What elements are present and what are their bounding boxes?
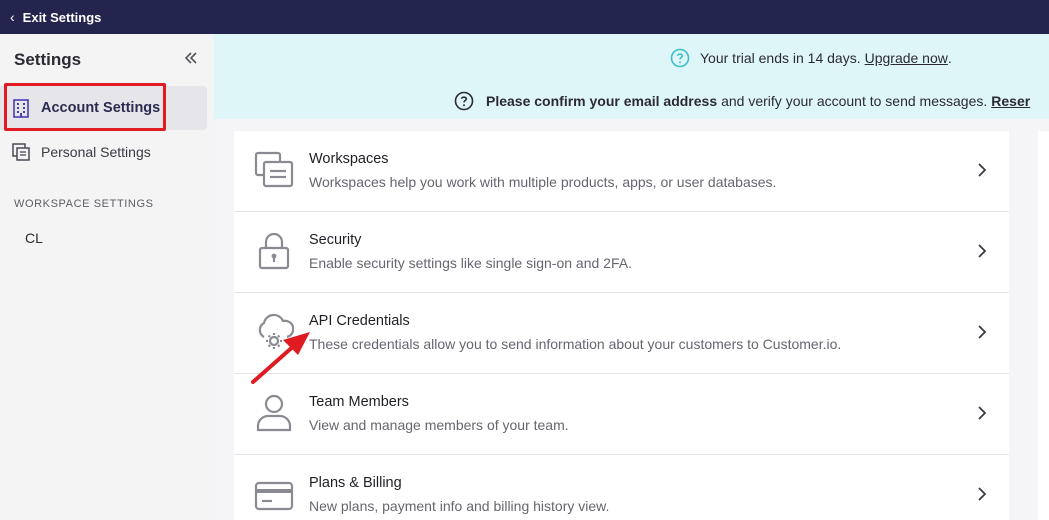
- trial-text: Your trial ends in 14 days.: [700, 50, 861, 66]
- help-circle-icon: [670, 48, 690, 68]
- right-panel-edge: [1038, 131, 1049, 520]
- workspaces-icon: [254, 151, 294, 188]
- settings-sidebar: Settings Account Settings Personal Setti…: [0, 34, 214, 520]
- settings-row-title: Workspaces: [309, 151, 389, 167]
- chevron-right-icon: [978, 163, 987, 177]
- settings-row-title: API Credentials: [309, 313, 410, 329]
- settings-row-title: Security: [309, 232, 362, 248]
- settings-row-team-members[interactable]: Team Members View and manage members of …: [234, 374, 1009, 455]
- main-content: Your trial ends in 14 days. Upgrade now …: [214, 34, 1049, 520]
- trial-notice: Your trial ends in 14 days. Upgrade now …: [670, 48, 952, 68]
- cloud-gear-icon: [258, 313, 294, 349]
- settings-row-description: Workspaces help you work with multiple p…: [309, 174, 777, 190]
- chevron-right-icon: [978, 244, 987, 258]
- upgrade-now-link[interactable]: Upgrade now: [865, 50, 948, 66]
- settings-row-workspaces[interactable]: Workspaces Workspaces help you work with…: [234, 131, 1009, 212]
- confirm-email-bold: Please confirm your email address: [486, 93, 718, 109]
- sidebar-item-workspace[interactable]: CL: [25, 230, 43, 246]
- personal-settings-icon: [12, 143, 30, 161]
- settings-row-title: Plans & Billing: [309, 475, 402, 491]
- settings-row-plans-billing[interactable]: Plans & Billing New plans, payment info …: [234, 455, 1009, 520]
- settings-row-description: New plans, payment info and billing hist…: [309, 498, 610, 514]
- settings-row-description: These credentials allow you to send info…: [309, 336, 842, 352]
- user-icon: [256, 394, 292, 432]
- confirm-email-text: and verify your account to send messages…: [721, 93, 988, 109]
- exit-settings-bar[interactable]: ‹ Exit Settings: [0, 0, 1049, 34]
- settings-row-description: View and manage members of your team.: [309, 417, 569, 433]
- chevron-right-icon: [978, 406, 987, 420]
- settings-row-title: Team Members: [309, 394, 409, 410]
- notice-banner: Your trial ends in 14 days. Upgrade now …: [214, 34, 1049, 119]
- settings-row-security[interactable]: Security Enable security settings like s…: [234, 212, 1009, 293]
- credit-card-icon: [254, 481, 294, 511]
- building-icon: [13, 99, 29, 118]
- sidebar-item-personal-settings[interactable]: Personal Settings: [0, 130, 207, 174]
- chevron-right-icon: [978, 325, 987, 339]
- sidebar-title: Settings: [14, 50, 82, 69]
- confirm-email-notice: Please confirm your email address and ve…: [454, 91, 1030, 111]
- question-circle-icon: [454, 91, 474, 111]
- sidebar-item-label: Account Settings: [41, 100, 161, 116]
- trial-period: .: [947, 50, 952, 66]
- sidebar-item-account-settings[interactable]: Account Settings: [0, 86, 207, 130]
- settings-list: Workspaces Workspaces help you work with…: [234, 131, 1009, 520]
- workspace-settings-heading: WORKSPACE SETTINGS: [14, 198, 154, 210]
- settings-row-description: Enable security settings like single sig…: [309, 255, 632, 271]
- chevron-left-icon: ‹: [10, 9, 15, 25]
- sidebar-item-label: Personal Settings: [41, 144, 151, 160]
- exit-settings-label: Exit Settings: [22, 9, 102, 25]
- lock-icon: [258, 232, 290, 270]
- chevron-right-icon: [978, 487, 987, 501]
- collapse-sidebar-icon[interactable]: [182, 49, 200, 67]
- resend-link[interactable]: Reser: [991, 93, 1030, 109]
- settings-row-api-credentials[interactable]: API Credentials These credentials allow …: [234, 293, 1009, 374]
